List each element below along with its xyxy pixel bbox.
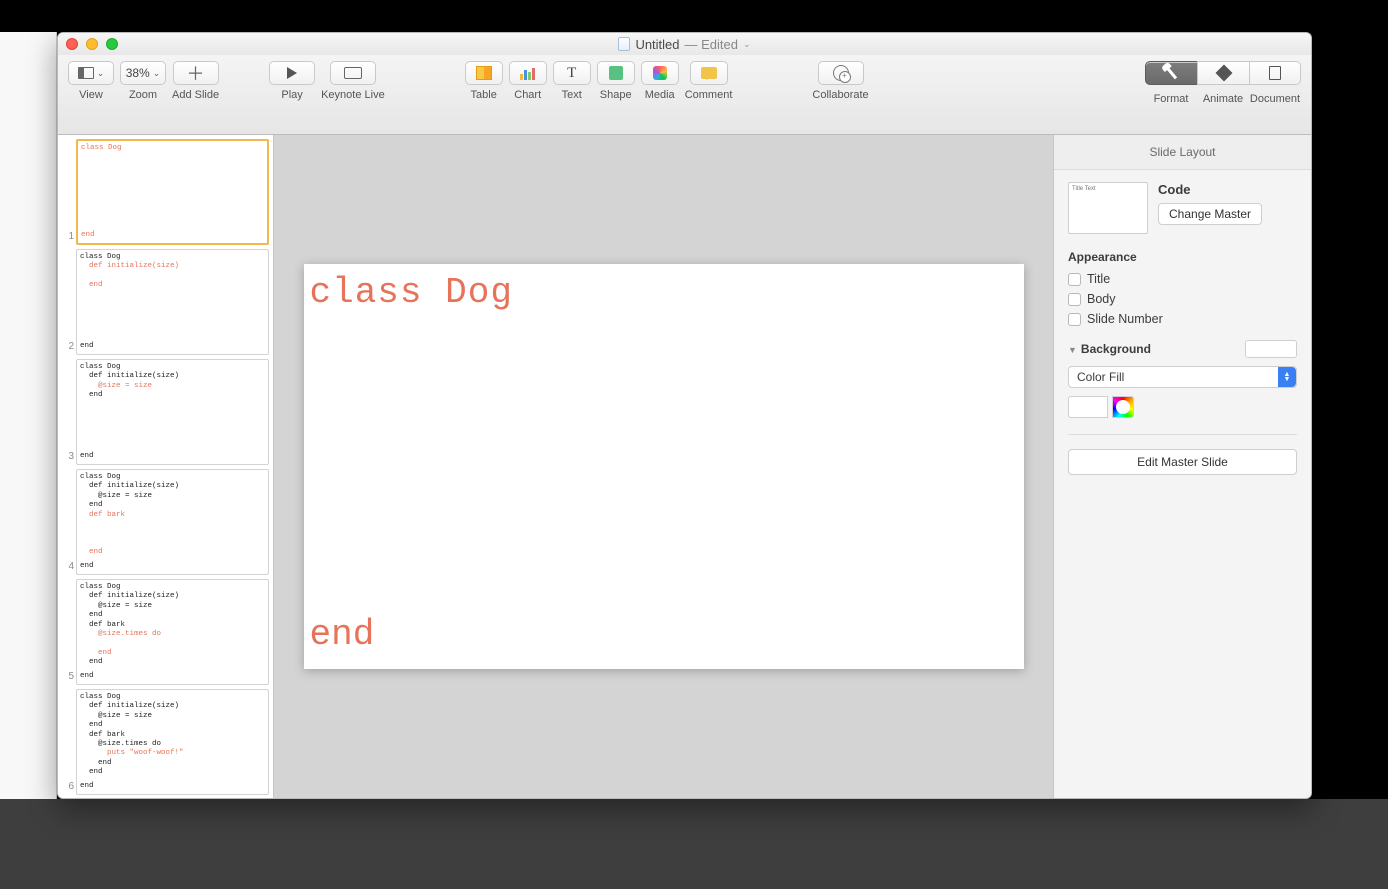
select-stepper-icon: ▲▼ (1278, 367, 1296, 387)
table-label: Table (471, 89, 497, 101)
keynote-live-button[interactable] (330, 61, 376, 85)
keynote-live-label: Keynote Live (321, 89, 385, 101)
slide-text-line-1[interactable]: class Dog (310, 272, 513, 313)
toolbar: ⌄ View 38%⌄ Zoom ＋ Add Slide Play Keynot… (58, 55, 1311, 135)
color-well[interactable] (1068, 396, 1108, 418)
chart-button[interactable] (509, 61, 547, 85)
play-button[interactable] (269, 61, 315, 85)
bottom-dock-blackout (0, 799, 1388, 889)
slide-number-checkbox-label: Slide Number (1087, 312, 1163, 326)
body-checkbox-label: Body (1087, 292, 1116, 306)
master-thumbnail[interactable]: Title Text (1068, 182, 1148, 234)
menu-bar-blackout (0, 0, 1388, 32)
text-button[interactable]: T (553, 61, 591, 85)
slide-number-label: 1 (62, 231, 74, 245)
document-proxy-icon[interactable] (618, 37, 630, 51)
slide-thumbnail[interactable]: 4class Dog def initialize(size) @size = … (62, 469, 269, 575)
add-slide-label: Add Slide (172, 89, 219, 101)
background-heading: Background (1081, 342, 1151, 356)
appearance-heading: Appearance (1068, 250, 1297, 264)
document-subtitle: — Edited (685, 37, 738, 52)
text-label: Text (562, 89, 582, 101)
divider (1068, 434, 1297, 435)
view-label: View (79, 89, 103, 101)
slide-navigator[interactable]: 1class Dogend2class Dog def initialize(s… (58, 135, 274, 798)
animate-tab[interactable] (1197, 61, 1249, 85)
animate-label: Animate (1197, 93, 1249, 105)
slide-thumbnail[interactable]: 1class Dogend (62, 139, 269, 245)
document-tab[interactable] (1249, 61, 1301, 85)
zoom-label: Zoom (129, 89, 157, 101)
slide-thumbnail[interactable]: 3class Dog def initialize(size) @size = … (62, 359, 269, 465)
collaborate-button[interactable] (818, 61, 864, 85)
color-picker-icon[interactable] (1112, 396, 1134, 418)
slide-thumbnail[interactable]: 2class Dog def initialize(size) end end (62, 249, 269, 355)
media-button[interactable] (641, 61, 679, 85)
slide-number-label: 6 (62, 781, 74, 795)
document-title[interactable]: Untitled (635, 37, 679, 52)
play-label: Play (281, 89, 302, 101)
slide-number-checkbox[interactable] (1068, 313, 1081, 326)
media-label: Media (645, 89, 675, 101)
slide-number-label: 2 (62, 341, 74, 355)
body-checkbox[interactable] (1068, 293, 1081, 306)
titlebar[interactable]: Untitled — Edited ⌄ (58, 33, 1311, 55)
slide-number-label: 3 (62, 451, 74, 465)
slide-thumbnail-content: class Dog def initialize(size) @size = s… (76, 469, 269, 575)
slide-number-label: 5 (62, 671, 74, 685)
slide-number-label: 4 (62, 561, 74, 575)
change-master-button[interactable]: Change Master (1158, 203, 1262, 225)
disclosure-triangle-icon[interactable]: ▼ (1068, 345, 1077, 355)
chevron-down-icon[interactable]: ⌄ (743, 39, 751, 50)
comment-label: Comment (685, 89, 733, 101)
slide-thumbnail-content: class Dog def initialize(size) @size = s… (76, 359, 269, 465)
shape-button[interactable] (597, 61, 635, 85)
minimize-icon[interactable] (86, 38, 98, 50)
app-window: Untitled — Edited ⌄ ⌄ View 38%⌄ Zoom ＋ A… (57, 32, 1312, 799)
slide-thumbnail-content: class Dog def initialize(size) @size = s… (76, 689, 269, 795)
format-tab[interactable] (1145, 61, 1197, 85)
slide-canvas-area[interactable]: class Dog end (274, 135, 1053, 798)
title-checkbox[interactable] (1068, 273, 1081, 286)
master-name: Code (1158, 182, 1297, 197)
comment-button[interactable] (690, 61, 728, 85)
fullscreen-icon[interactable] (106, 38, 118, 50)
view-button[interactable]: ⌄ (68, 61, 114, 85)
slide-text-line-2[interactable]: end (310, 614, 375, 655)
zoom-selector[interactable]: 38%⌄ (120, 61, 166, 85)
edit-master-slide-button[interactable]: Edit Master Slide (1068, 449, 1297, 475)
background-swatch[interactable] (1245, 340, 1297, 358)
add-slide-button[interactable]: ＋ (173, 61, 219, 85)
close-icon[interactable] (66, 38, 78, 50)
slide-thumbnail[interactable]: 6class Dog def initialize(size) @size = … (62, 689, 269, 795)
slide-thumbnail[interactable]: 5class Dog def initialize(size) @size = … (62, 579, 269, 685)
inspector-panel: Slide Layout Title Text Code Change Mast… (1053, 135, 1311, 798)
chart-label: Chart (514, 89, 541, 101)
slide-thumbnail-content: class Dog def initialize(size) @size = s… (76, 579, 269, 685)
left-sidebar-extra (0, 32, 57, 799)
title-checkbox-label: Title (1087, 272, 1110, 286)
slide-thumbnail-content: class Dog def initialize(size) end end (76, 249, 269, 355)
inspector-header: Slide Layout (1054, 135, 1311, 170)
slide-thumbnail-content: class Dogend (76, 139, 269, 245)
fill-type-select[interactable]: Color Fill ▲▼ (1068, 366, 1297, 388)
format-label: Format (1145, 93, 1197, 105)
slide-canvas[interactable]: class Dog end (304, 264, 1024, 669)
shape-label: Shape (600, 89, 632, 101)
document-label: Document (1249, 93, 1301, 105)
fill-type-value: Color Fill (1077, 370, 1124, 384)
collaborate-label: Collaborate (812, 89, 868, 101)
table-button[interactable] (465, 61, 503, 85)
